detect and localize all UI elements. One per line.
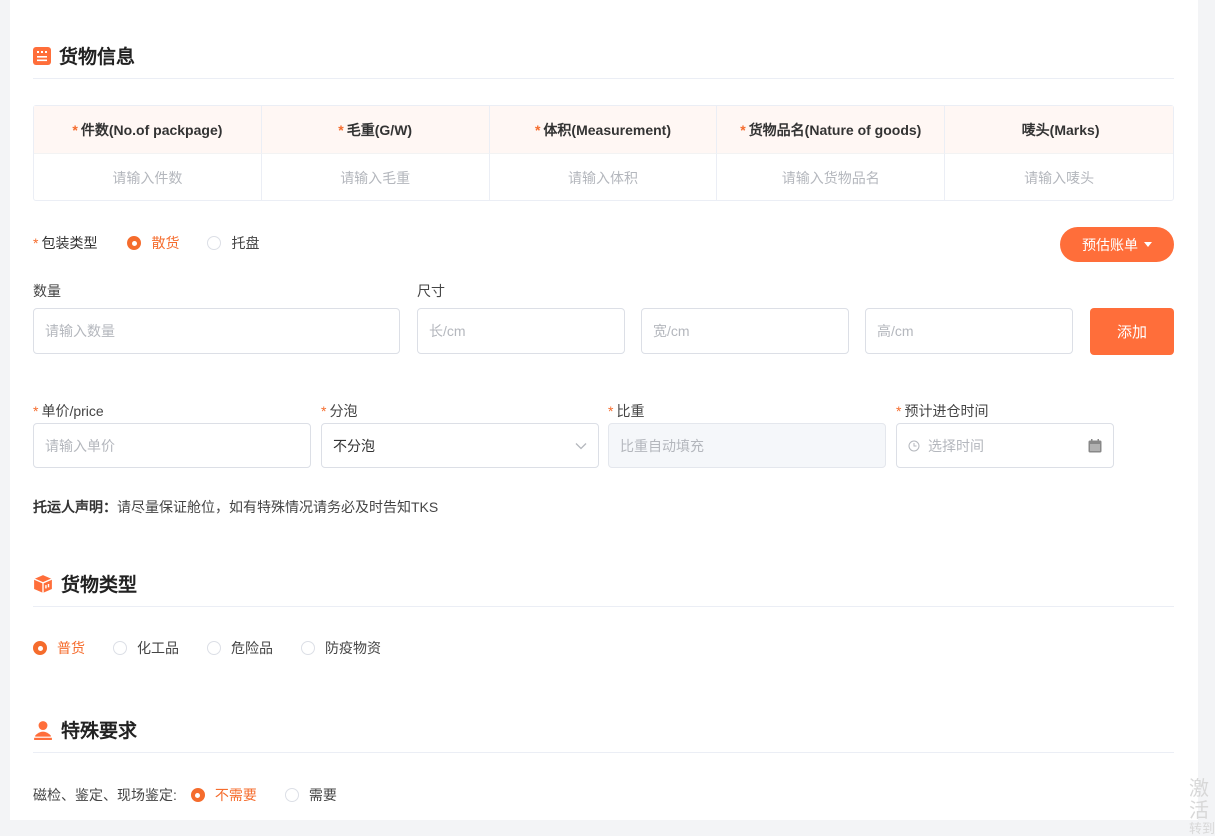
inspection-needed[interactable]: 需要 xyxy=(284,785,337,805)
quantity-input[interactable] xyxy=(45,323,388,339)
activation-watermark: 激活 转到 xyxy=(1189,778,1215,836)
cargo-type-dangerous[interactable]: 危险品 xyxy=(207,638,273,658)
quantity-field xyxy=(33,308,400,354)
packaging-option-pallet[interactable]: 托盘 xyxy=(207,233,259,253)
split-select[interactable]: 不分泡 xyxy=(321,423,599,468)
ratio-field xyxy=(608,423,886,468)
table-cell xyxy=(489,153,718,201)
radio-dot xyxy=(301,641,315,655)
table-cell xyxy=(34,153,262,201)
radio-dot xyxy=(33,641,47,655)
width-input[interactable] xyxy=(653,323,837,339)
goods-table: * 件数(No.of packpage) * 毛重(G/W) * 体积(Measure… xyxy=(33,105,1174,201)
table-header-goods-name: * 货物品名(Nature of goods) xyxy=(717,106,946,153)
ratio-label: * 比重 xyxy=(608,403,645,419)
clock-icon xyxy=(908,440,920,451)
packages-input[interactable] xyxy=(34,154,261,201)
radio-dot xyxy=(113,641,127,655)
table-header-packages: * 件数(No.of packpage) xyxy=(34,106,262,153)
radio-dot xyxy=(207,236,222,250)
table-header-marks: 唛头(Marks) xyxy=(945,106,1173,153)
calendar-icon[interactable] xyxy=(1088,438,1102,453)
length-input[interactable] xyxy=(429,323,613,339)
radio-dot xyxy=(127,236,142,250)
list-icon xyxy=(33,46,51,65)
special-requirements-header: 特殊要求 xyxy=(33,707,1174,753)
measurement-input[interactable] xyxy=(489,154,717,201)
radio-dot xyxy=(284,788,299,802)
add-button[interactable]: 添加 xyxy=(1090,308,1174,355)
arrival-date-input[interactable] xyxy=(928,437,1088,454)
packaging-label: 包装类型 xyxy=(41,235,98,251)
box-icon xyxy=(33,574,53,593)
section-title: 货物类型 xyxy=(61,575,138,596)
height-input[interactable] xyxy=(877,323,1061,339)
radio-dot xyxy=(190,788,205,802)
split-select-value: 不分泡 xyxy=(333,437,375,454)
unit-price-input[interactable] xyxy=(45,437,299,454)
form-card: 货物信息 * 件数(No.of packpage) * 毛重(G/W) * 体积(Me… xyxy=(10,0,1198,820)
goods-name-input[interactable] xyxy=(717,154,945,201)
ratio-input xyxy=(620,437,874,454)
height-field xyxy=(865,308,1073,354)
unit-price-label: * 单价/price xyxy=(33,403,104,419)
cargo-type-epidemic[interactable]: 防疫物资 xyxy=(301,638,381,658)
width-field xyxy=(641,308,849,354)
shipper-declaration: 托运人声明：请尽量保证舱位，如有特殊情况请务必及时告知TKS xyxy=(33,497,438,517)
cargo-type-group: 普货 化工品 危险品 防疫物资 xyxy=(33,638,409,658)
table-cell xyxy=(945,153,1173,201)
estimate-bill-button[interactable]: 预估账单 xyxy=(1060,227,1174,262)
cargo-type-chemical[interactable]: 化工品 xyxy=(113,638,179,658)
length-field xyxy=(417,308,625,354)
table-header-measurement: * 体积(Measurement) xyxy=(489,106,718,153)
arrival-date-field[interactable] xyxy=(896,423,1114,468)
cargo-info-header: 货物信息 xyxy=(33,33,1174,79)
table-cell xyxy=(261,153,490,201)
split-label: * 分泡 xyxy=(321,403,358,419)
radio-dot xyxy=(207,641,221,655)
size-label: 尺寸 xyxy=(417,283,445,299)
section-title: 货物信息 xyxy=(59,47,136,68)
table-header-gross-weight: * 毛重(G/W) xyxy=(261,106,490,153)
caret-down-icon xyxy=(1144,242,1152,247)
inspection-row: 磁检、鉴定、现场鉴定: 不需要 需要 xyxy=(33,785,365,805)
unit-price-field xyxy=(33,423,311,468)
table-cell xyxy=(717,153,946,201)
arrival-time-label: * 预计进仓时间 xyxy=(896,403,989,419)
cargo-type-general[interactable]: 普货 xyxy=(33,638,85,658)
declaration-text: 请尽量保证舱位，如有特殊情况请务必及时告知TKS xyxy=(117,499,439,515)
quantity-label: 数量 xyxy=(33,283,61,299)
inspection-label: 磁检、鉴定、现场鉴定: xyxy=(33,787,177,803)
marks-input[interactable] xyxy=(945,154,1173,201)
cargo-type-header: 货物类型 xyxy=(33,561,1174,607)
chevron-down-icon xyxy=(575,442,587,449)
packaging-option-bulk[interactable]: 散货 xyxy=(127,233,179,253)
packaging-row: * 包装类型 散货 托盘 xyxy=(33,233,260,253)
section-title: 特殊要求 xyxy=(61,721,138,742)
inspection-not-needed[interactable]: 不需要 xyxy=(190,785,257,805)
declaration-label: 托运人声明： xyxy=(33,499,117,515)
gross-weight-input[interactable] xyxy=(261,154,489,201)
user-icon xyxy=(34,720,52,740)
